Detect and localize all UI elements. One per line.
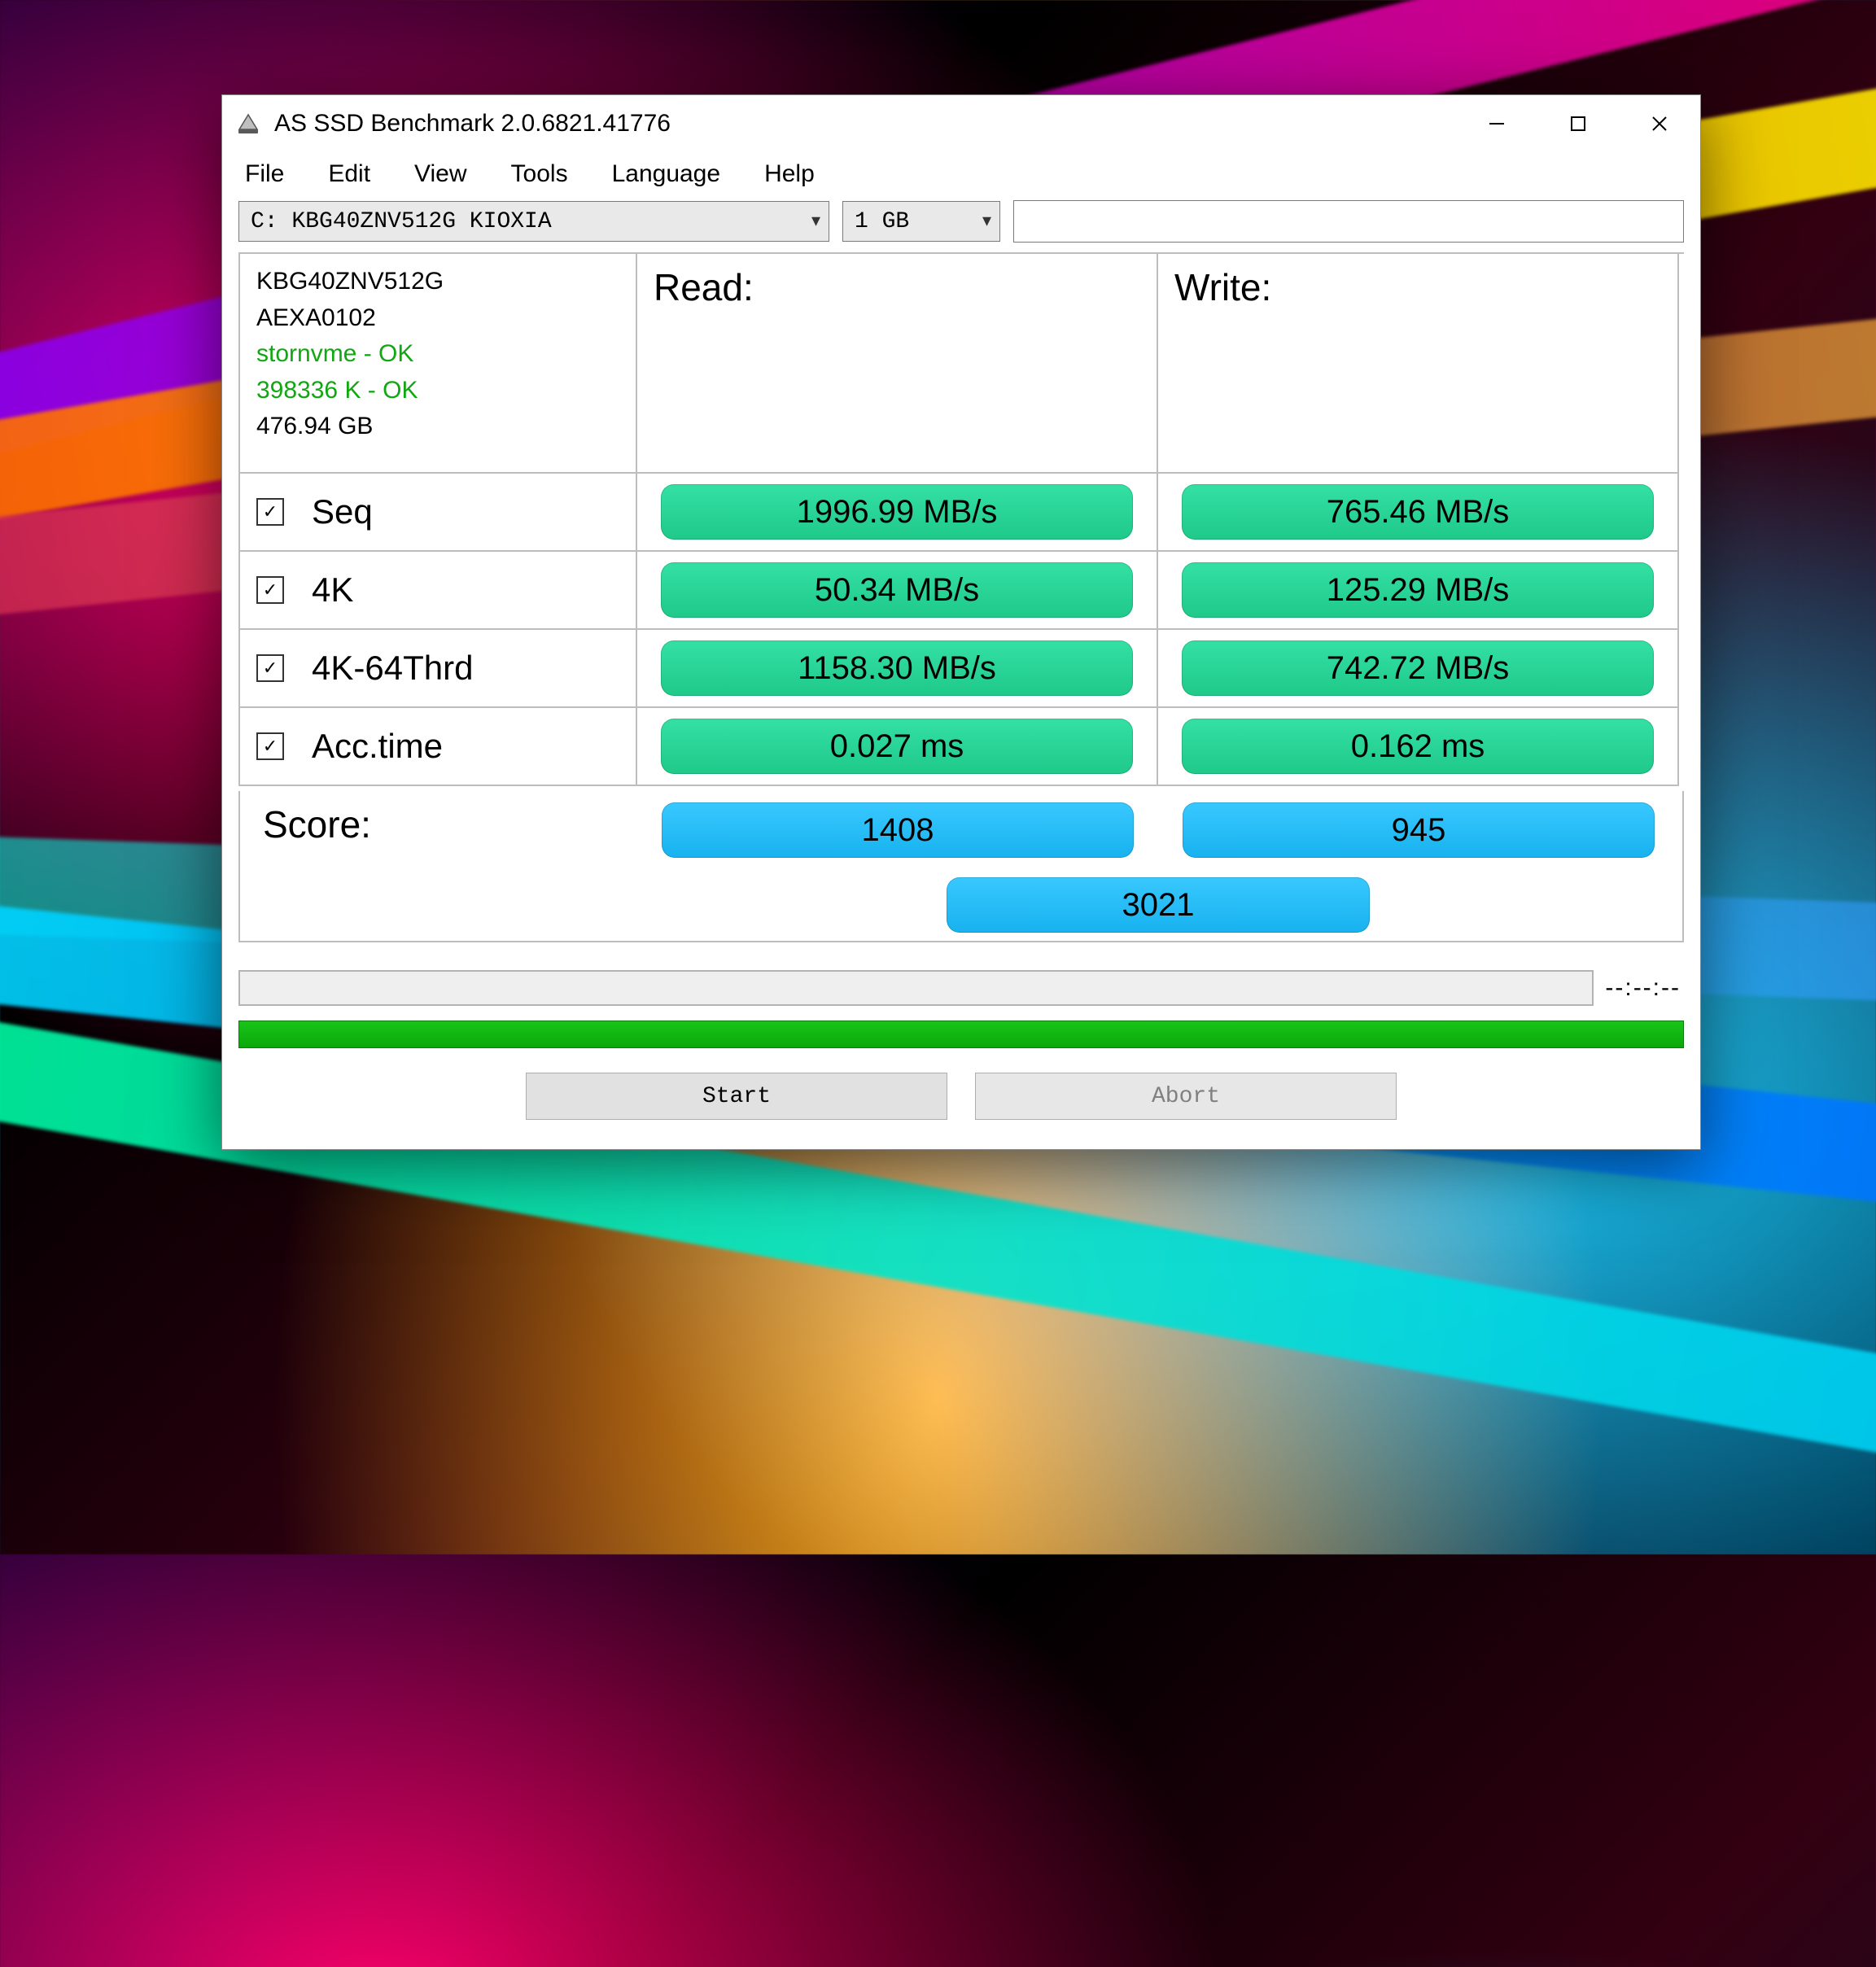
score-total: 3021 [947, 877, 1370, 933]
minimize-icon [1486, 113, 1507, 134]
progress-bar-overall [238, 1021, 1684, 1048]
write-header: Write: [1158, 254, 1679, 474]
menu-file[interactable]: File [245, 160, 284, 188]
row-seq-label-cell: ✓ Seq [240, 474, 637, 552]
menu-edit[interactable]: Edit [328, 160, 370, 188]
drive-capacity: 476.94 GB [256, 410, 373, 444]
acc-read-value: 0.027 ms [661, 719, 1134, 774]
menu-tools[interactable]: Tools [511, 160, 568, 188]
seq-read-cell: 1996.99 MB/s [637, 474, 1158, 552]
row-4k-label: 4K [312, 570, 353, 610]
text-field[interactable] [1013, 200, 1684, 243]
maximize-button[interactable] [1537, 95, 1619, 152]
app-icon [234, 109, 263, 138]
row-4k64-label: 4K-64Thrd [312, 649, 473, 688]
seq-write-cell: 765.46 MB/s [1158, 474, 1679, 552]
score-label: Score: [240, 791, 637, 941]
window-buttons [1456, 95, 1700, 152]
chevron-down-icon: ▾ [805, 211, 820, 232]
4k64-read-cell: 1158.30 MB/s [637, 630, 1158, 708]
score-read: 1408 [662, 802, 1133, 858]
score-write-cell: 945 [1158, 791, 1679, 869]
4k64-read-value: 1158.30 MB/s [661, 640, 1134, 696]
4k64-write-cell: 742.72 MB/s [1158, 630, 1679, 708]
test-size-select[interactable]: 1 GB ▾ [842, 201, 1000, 242]
read-header: Read: [637, 254, 1158, 474]
app-window: AS SSD Benchmark 2.0.6821.41776 File Edi… [221, 94, 1701, 1150]
row-4k-label-cell: ✓ 4K [240, 552, 637, 630]
row-4k64-label-cell: ✓ 4K-64Thrd [240, 630, 637, 708]
drive-select-value: C: KBG40ZNV512G KIOXIA [251, 209, 552, 234]
drive-firmware: AEXA0102 [256, 302, 376, 335]
titlebar[interactable]: AS SSD Benchmark 2.0.6821.41776 [222, 95, 1700, 152]
4k-write-cell: 125.29 MB/s [1158, 552, 1679, 630]
seq-read-value: 1996.99 MB/s [661, 484, 1134, 540]
seq-write-value: 765.46 MB/s [1182, 484, 1655, 540]
drive-select[interactable]: C: KBG40ZNV512G KIOXIA ▾ [238, 201, 829, 242]
row-acc-label: Acc.time [312, 727, 443, 766]
score-read-cell: 1408 [637, 791, 1158, 869]
status-row: --:--:-- [238, 970, 1684, 1006]
close-icon [1649, 113, 1670, 134]
score-total-cell: 3021 [637, 869, 1679, 941]
acc-read-cell: 0.027 ms [637, 708, 1158, 786]
drive-alignment-status: 398336 K - OK [256, 374, 418, 408]
start-button[interactable]: Start [526, 1073, 947, 1120]
4k64-write-value: 742.72 MB/s [1182, 640, 1655, 696]
acc-write-value: 0.162 ms [1182, 719, 1655, 774]
drive-driver-status: stornvme - OK [256, 338, 413, 371]
elapsed-time: --:--:-- [1605, 974, 1684, 1002]
checkbox-seq[interactable]: ✓ [256, 498, 284, 526]
score-write: 945 [1183, 802, 1654, 858]
close-button[interactable] [1619, 95, 1700, 152]
drive-info: KBG40ZNV512G AEXA0102 stornvme - OK 3983… [240, 254, 637, 474]
4k-read-cell: 50.34 MB/s [637, 552, 1158, 630]
menu-help[interactable]: Help [764, 160, 815, 188]
button-row: Start Abort [222, 1048, 1700, 1149]
progress-bar-current [238, 970, 1594, 1006]
menu-language[interactable]: Language [612, 160, 720, 188]
chevron-down-icon: ▾ [976, 211, 991, 232]
row-acc-label-cell: ✓ Acc.time [240, 708, 637, 786]
acc-write-cell: 0.162 ms [1158, 708, 1679, 786]
4k-write-value: 125.29 MB/s [1182, 562, 1655, 618]
menubar: File Edit View Tools Language Help [222, 152, 1700, 200]
score-frame: Score: 1408 945 3021 [238, 791, 1684, 942]
minimize-button[interactable] [1456, 95, 1537, 152]
abort-button: Abort [975, 1073, 1397, 1120]
checkbox-acc[interactable]: ✓ [256, 732, 284, 760]
results-grid: KBG40ZNV512G AEXA0102 stornvme - OK 3983… [238, 252, 1684, 786]
window-title: AS SSD Benchmark 2.0.6821.41776 [274, 110, 1456, 138]
selector-row: C: KBG40ZNV512G KIOXIA ▾ 1 GB ▾ [222, 200, 1700, 252]
4k-read-value: 50.34 MB/s [661, 562, 1134, 618]
test-size-value: 1 GB [855, 209, 909, 234]
checkbox-4k64[interactable]: ✓ [256, 654, 284, 682]
drive-model: KBG40ZNV512G [256, 265, 444, 299]
checkbox-4k[interactable]: ✓ [256, 576, 284, 604]
menu-view[interactable]: View [414, 160, 466, 188]
row-seq-label: Seq [312, 492, 373, 531]
maximize-icon [1568, 114, 1588, 133]
